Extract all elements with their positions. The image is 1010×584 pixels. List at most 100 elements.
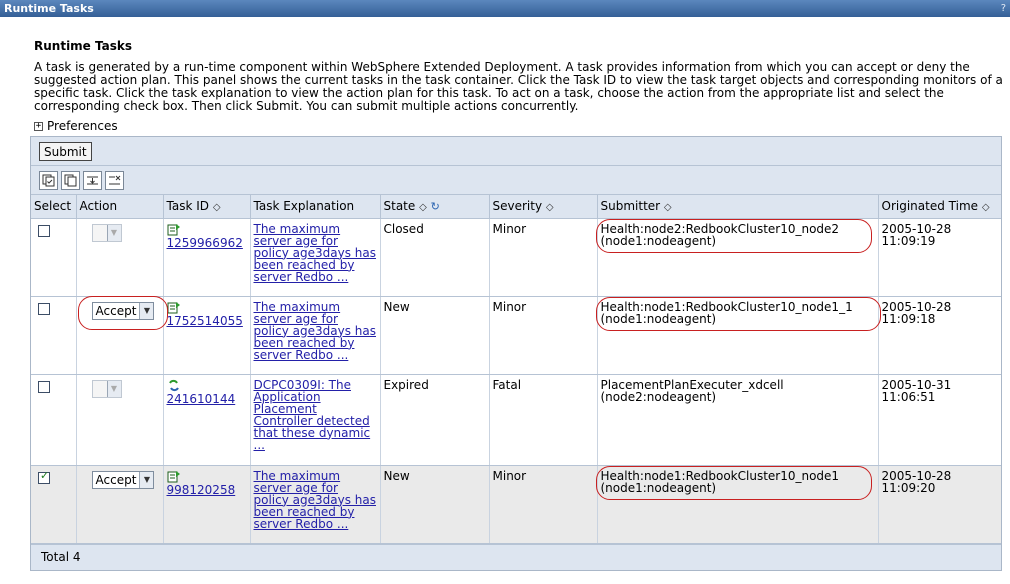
task-id-link[interactable]: 998120258 — [167, 483, 236, 497]
col-severity[interactable]: Severity ◇ — [489, 195, 598, 219]
explanation-cell: The maximum server age for policy age3da… — [250, 465, 381, 544]
originated-cell: 2005-10-31 11:06:51 — [878, 374, 1001, 466]
task-id-cell: 998120258 — [163, 465, 251, 544]
state-cell: New — [380, 465, 490, 544]
sort-icon[interactable]: ◇ — [546, 202, 554, 213]
col-state[interactable]: State ◇ ↻ — [380, 195, 490, 219]
submitter-cell: Health:node1:RedbookCluster10_node1 (nod… — [595, 465, 879, 544]
explanation-cell: The maximum server age for policy age3da… — [250, 296, 381, 375]
sort-icon[interactable]: ◇ — [664, 202, 672, 213]
action-cell: Accept ▼ — [76, 295, 168, 375]
task-id-link[interactable]: 1259966962 — [167, 236, 243, 250]
task-id-cell: 241610144 — [163, 374, 251, 466]
originated-cell: 2005-10-28 11:09:19 — [878, 218, 1001, 297]
page-title: Runtime Tasks — [34, 39, 132, 53]
col-originated-label: Originated Time — [881, 199, 979, 214]
explanation-cell: The maximum server age for policy age3da… — [250, 218, 381, 297]
task-running-icon — [167, 223, 247, 237]
tasks-panel: Submit Select Action Task ID ◇ Task Expl… — [30, 136, 1002, 571]
help-icon[interactable]: ? — [1001, 3, 1006, 14]
page-description: A task is generated by a run-time compon… — [34, 60, 1003, 113]
chevron-down-icon[interactable]: ▼ — [139, 302, 154, 319]
action-cell: Accept ▼ — [76, 465, 164, 544]
row-checkbox[interactable] — [38, 470, 50, 484]
row-checkbox[interactable] — [38, 380, 50, 393]
action-value: Accept — [95, 472, 137, 487]
table-row: Accept ▼ 1752514055 The maximum server age … — [31, 295, 1001, 375]
select-all-icon[interactable] — [39, 170, 58, 190]
table-row: ▼ 1259966962 The maximum server age for po… — [31, 218, 1001, 297]
state-cell: Closed — [380, 218, 490, 297]
main-content: Runtime Tasks A task is generated by a r… — [0, 39, 1010, 571]
action-select[interactable]: Accept ▼ — [91, 470, 155, 489]
submitter-text: Health:node1:RedbookCluster10_node1 (nod… — [600, 468, 840, 495]
submitter-cell: Health:node2:RedbookCluster10_node2 (nod… — [595, 218, 879, 297]
submitter-text: Health:node2:RedbookCluster10_node2 (nod… — [600, 221, 840, 248]
chevron-down-icon[interactable]: ▼ — [139, 471, 154, 488]
col-submitter[interactable]: Submitter ◇ — [597, 195, 879, 219]
preferences-toggle[interactable]: + Preferences — [34, 118, 1010, 134]
submitter-cell: PlacementPlanExecuter_xdcell (node2:node… — [597, 374, 879, 466]
severity-cell: Minor — [489, 296, 598, 375]
button-bar: Submit — [31, 137, 1001, 166]
chevron-down-icon: ▼ — [106, 380, 121, 397]
row-checkbox[interactable] — [38, 302, 50, 315]
table-header-row: Select Action Task ID ◇ Task Explanation… — [31, 195, 1001, 219]
show-filter-icon[interactable] — [83, 170, 102, 190]
sort-icon[interactable]: ◇ — [419, 202, 427, 213]
state-cell: New — [380, 296, 490, 375]
table-row: Accept▼ 998120258 The maximum server age f… — [31, 465, 1001, 544]
col-severity-label: Severity — [492, 199, 543, 214]
task-id-cell: 1752514055 — [163, 296, 251, 375]
action-select: ▼ — [91, 379, 122, 398]
action-value: Accept — [95, 303, 137, 318]
task-explanation-link[interactable]: The maximum server age for policy age3da… — [254, 469, 376, 531]
chevron-down-icon: ▼ — [106, 224, 121, 241]
col-select: Select — [31, 195, 77, 219]
task-id-link[interactable]: 1752514055 — [167, 314, 243, 328]
submitter-cell: Health:node1:RedbookCluster10_node1_1 (n… — [595, 296, 881, 375]
select-cell — [31, 374, 77, 466]
state-cell: Expired — [380, 374, 490, 466]
action-cell: ▼ — [76, 218, 164, 297]
severity-cell: Minor — [489, 465, 598, 544]
window-title: Runtime Tasks — [4, 2, 94, 15]
task-explanation-link[interactable]: The maximum server age for policy age3da… — [254, 300, 376, 362]
submitter-text: PlacementPlanExecuter_xdcell (node2:node… — [600, 377, 784, 404]
col-task-id-label: Task ID — [166, 199, 210, 214]
select-cell — [31, 218, 77, 297]
sort-icon[interactable]: ◇ — [982, 202, 990, 213]
task-running-icon — [167, 470, 247, 484]
expand-plus-icon[interactable]: + — [34, 121, 43, 131]
task-id-link[interactable]: 241610144 — [167, 392, 236, 406]
task-running-icon — [167, 301, 247, 315]
originated-cell: 2005-10-28 11:09:20 — [878, 465, 1001, 544]
submitter-text: Health:node1:RedbookCluster10_node1_1 (n… — [600, 299, 853, 326]
deselect-all-icon[interactable] — [61, 170, 80, 190]
select-cell — [31, 465, 77, 544]
col-state-label: State — [383, 199, 416, 214]
tasks-table: Select Action Task ID ◇ Task Explanation… — [31, 195, 1001, 544]
task-explanation-link[interactable]: The maximum server age for policy age3da… — [254, 222, 376, 284]
table-row: ▼ 241610144 DCPC0309I: The Application Pla… — [31, 374, 1001, 466]
severity-cell: Fatal — [489, 374, 598, 466]
refresh-icon[interactable]: ↻ — [431, 200, 440, 213]
col-task-id[interactable]: Task ID ◇ — [163, 195, 251, 219]
col-originated[interactable]: Originated Time ◇ — [878, 195, 1001, 219]
sort-icon[interactable]: ◇ — [213, 202, 221, 213]
table-total: Total 4 — [31, 543, 1001, 570]
submit-button[interactable]: Submit — [39, 142, 92, 161]
task-explanation-link[interactable]: DCPC0309I: The Application Placement Con… — [254, 378, 371, 452]
col-explanation: Task Explanation — [250, 195, 381, 219]
select-cell — [31, 296, 77, 375]
task-id-cell: 1259966962 — [163, 218, 251, 297]
action-select: ▼ — [91, 223, 122, 242]
row-checkbox[interactable] — [38, 224, 50, 237]
action-select[interactable]: Accept ▼ — [77, 295, 168, 330]
clear-filter-icon[interactable] — [105, 170, 124, 190]
col-submitter-label: Submitter — [600, 199, 661, 214]
preferences-label[interactable]: Preferences — [47, 119, 118, 133]
task-expired-icon — [167, 379, 247, 393]
explanation-cell: DCPC0309I: The Application Placement Con… — [250, 374, 381, 466]
col-action: Action — [76, 195, 164, 219]
